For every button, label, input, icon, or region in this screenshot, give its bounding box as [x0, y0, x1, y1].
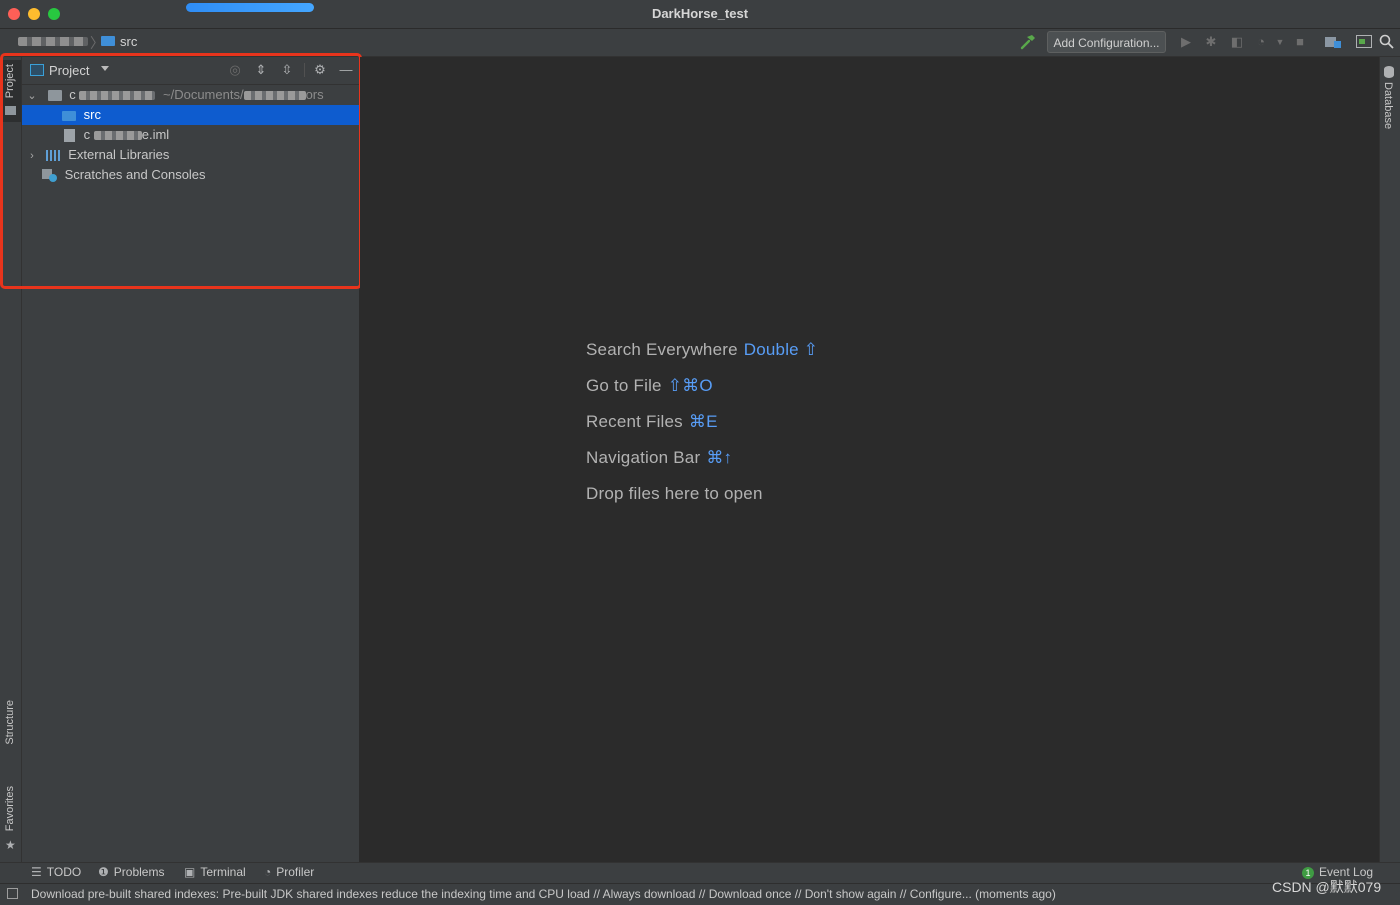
tab-problems[interactable]: ❶ Problems: [98, 865, 164, 879]
tab-profiler[interactable]: ◔ Profiler: [264, 865, 314, 879]
folder-icon: [101, 36, 115, 46]
terminal-icon: ▣: [184, 865, 196, 879]
stop-icon[interactable]: ■: [1292, 34, 1308, 50]
hint-drop-files: Drop files here to open: [586, 484, 763, 503]
tab-database[interactable]: Database: [1382, 82, 1394, 129]
run-icon[interactable]: ▶: [1178, 34, 1194, 50]
presentation-mode-icon[interactable]: [1356, 35, 1372, 49]
hint-navigation-bar: Navigation Bar ⌘↑: [586, 448, 733, 467]
tab-terminal[interactable]: ▣ Terminal: [184, 865, 246, 879]
database-icon: [1384, 66, 1394, 78]
add-configuration-button[interactable]: Add Configuration...: [1047, 31, 1166, 53]
profiler-icon: ◔: [264, 865, 272, 879]
tab-todo[interactable]: ☰ TODO: [31, 865, 81, 879]
breadcrumb-src[interactable]: src: [120, 34, 137, 49]
profile-icon[interactable]: ◔: [1253, 34, 1269, 50]
watermark: CSDN @默默079: [1272, 879, 1382, 895]
hint-search-everywhere: Search Everywhere Double ⇧: [586, 340, 819, 359]
window-title: DarkHorse_test: [651, 6, 749, 21]
problems-icon: ❶: [98, 865, 109, 879]
annotation-highlight-box: [0, 53, 362, 289]
run-with-coverage-icon[interactable]: ◧: [1229, 34, 1245, 50]
debug-icon[interactable]: ✱: [1203, 34, 1219, 50]
more-run-options-chevron-icon[interactable]: ▼: [1272, 34, 1288, 50]
list-icon: ☰: [31, 865, 42, 879]
hint-recent-files: Recent Files ⌘E: [586, 412, 718, 431]
status-message[interactable]: Download pre-built shared indexes: Pre-b…: [31, 887, 1056, 901]
project-structure-icon[interactable]: [1325, 35, 1341, 49]
toggle-tool-windows-icon[interactable]: [7, 888, 18, 899]
search-icon[interactable]: [1379, 34, 1394, 49]
tab-structure[interactable]: Structure: [0, 700, 21, 770]
star-icon: ★: [5, 838, 16, 852]
build-hammer-icon[interactable]: [1019, 33, 1037, 51]
right-tool-window-stripe: [1379, 57, 1400, 862]
hint-go-to-file: Go to File ⇧⌘O: [586, 376, 713, 395]
breadcrumb-project-redacted[interactable]: [18, 37, 88, 46]
editor-empty-state: [360, 57, 1379, 862]
